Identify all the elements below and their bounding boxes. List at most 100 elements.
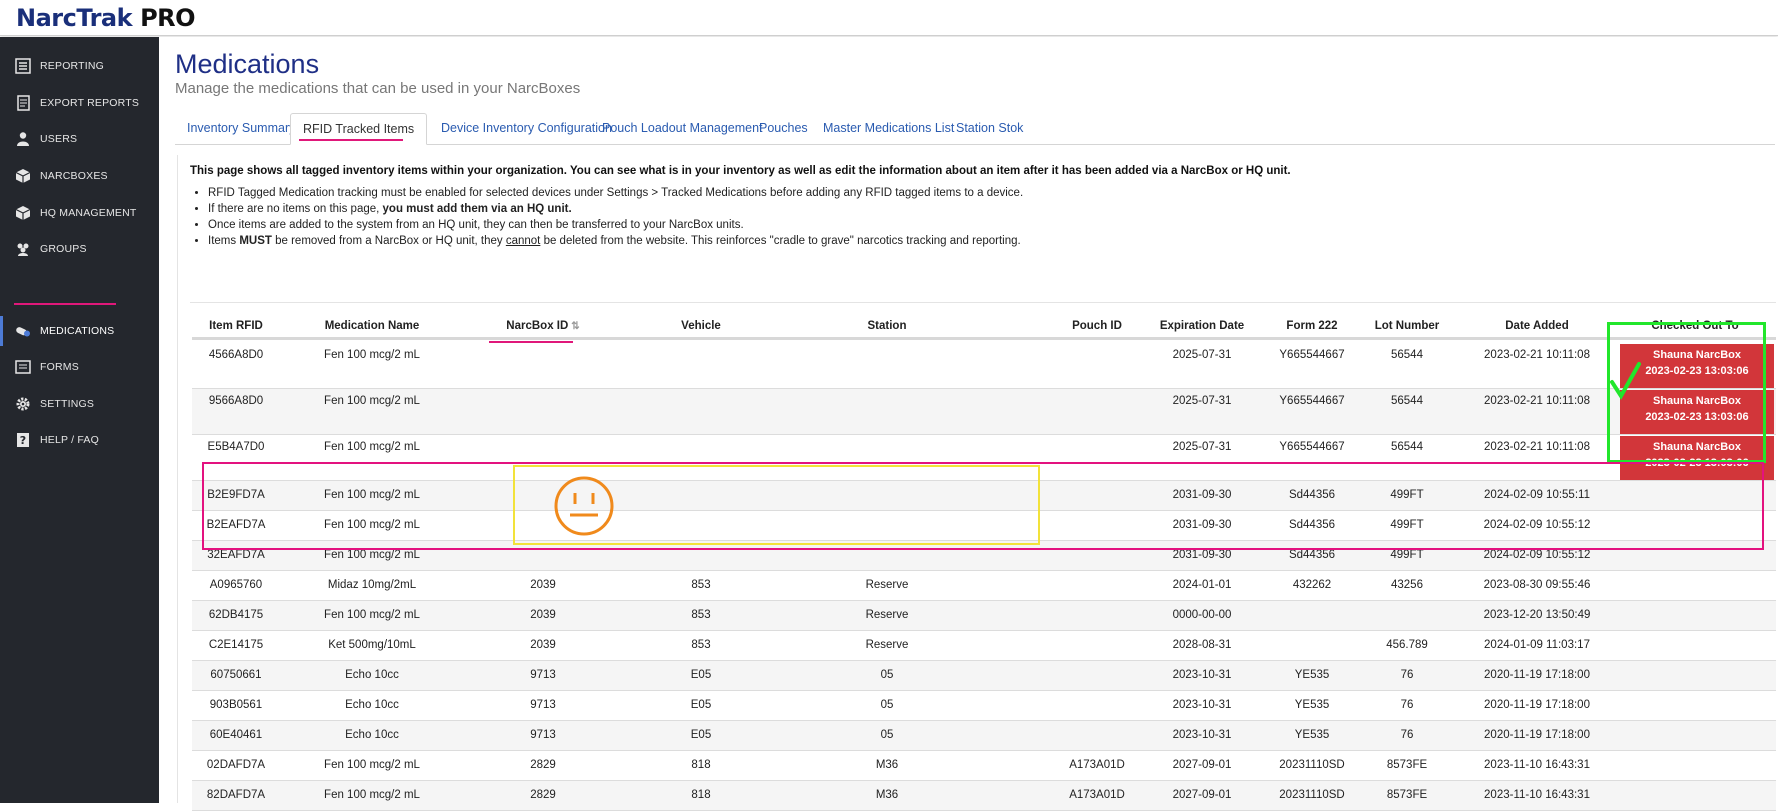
tab-annotation-underline xyxy=(299,139,403,141)
sidebar-item-label: EXPORT REPORTS xyxy=(40,97,140,109)
col-header-date-added[interactable]: Date Added xyxy=(1482,320,1592,332)
cell-item-rfid: 9566A8D0 xyxy=(208,395,264,407)
col-header-medication-name[interactable]: Medication Name xyxy=(302,320,442,332)
info-text: Items xyxy=(208,235,240,247)
cell-date-added: 2023-12-20 13:50:49 xyxy=(1483,609,1591,621)
col-header-vehicle[interactable]: Vehicle xyxy=(661,320,741,332)
cell-date-added: 2023-11-10 16:43:31 xyxy=(1484,789,1590,801)
main-content: Medications Manage the medications that … xyxy=(159,37,1778,811)
cell-item-rfid: C2E14175 xyxy=(208,639,264,651)
sidebar-item-label: HQ MANAGEMENT xyxy=(40,207,137,219)
cell-vehicle: E05 xyxy=(690,729,712,741)
cell-expiration-date: 2025-07-31 xyxy=(1172,441,1232,453)
sidebar-item-users[interactable]: USERS xyxy=(0,124,159,154)
cell-station: 05 xyxy=(880,699,894,711)
cell-lot-number: 56544 xyxy=(1391,395,1423,407)
gear-icon xyxy=(14,395,32,413)
cell-narcbox-id: 9713 xyxy=(530,699,556,711)
cell-medication-name: Ket 500mg/10mL xyxy=(328,639,416,651)
info-item: If there are no items on this page, you … xyxy=(208,201,1023,217)
cell-narcbox-id: 2829 xyxy=(530,759,556,771)
info-bold-text: you must add them via an HQ unit. xyxy=(382,203,572,215)
cell-vehicle: 853 xyxy=(691,609,711,621)
cell-expiration-date: 2023-10-31 xyxy=(1172,669,1232,681)
sidebar-item-help-faq[interactable]: ? HELP / FAQ xyxy=(0,425,159,455)
table-row[interactable]: 903B0561 Echo 10cc 9713 E05 05 2023-10-31 YE53… xyxy=(192,691,1776,721)
cell-narcbox-id: 2039 xyxy=(530,579,556,591)
sidebar-item-settings[interactable]: SETTINGS xyxy=(0,389,159,419)
cell-station: M36 xyxy=(875,789,899,801)
cell-vehicle: E05 xyxy=(690,669,712,681)
col-header-expiration-date[interactable]: Expiration Date xyxy=(1147,320,1257,332)
col-header-pouch-id[interactable]: Pouch ID xyxy=(1062,320,1132,332)
table-row[interactable]: 62DB4175 Fen 100 mcg/2 mL 2039 853 Reserve 00… xyxy=(192,601,1776,631)
top-bar: Narc Trak PRO xyxy=(0,0,1778,36)
cell-item-rfid: 62DB4175 xyxy=(208,609,264,621)
col-header-form-222[interactable]: Form 222 xyxy=(1272,320,1352,332)
checkmark-icon xyxy=(1610,362,1641,400)
sidebar-item-label: GROUPS xyxy=(40,243,87,255)
table-row[interactable]: 9566A8D0 Fen 100 mcg/2 mL 2025-07-31 Y66554… xyxy=(192,389,1776,435)
narctrak-logo[interactable]: Narc Trak PRO xyxy=(16,4,196,32)
sidebar-item-label: USERS xyxy=(40,133,78,145)
cell-form-222: YE535 xyxy=(1294,669,1330,681)
sidebar-item-narcboxes[interactable]: NARCBOXES xyxy=(0,161,159,191)
cell-form-222: 20231110SD xyxy=(1279,789,1345,801)
cell-item-rfid: A0965760 xyxy=(209,579,263,591)
logo-narc-text: Narc xyxy=(16,4,77,32)
col-header-narcbox-id[interactable]: NarcBox ID ⇅ xyxy=(488,320,598,332)
table-row[interactable]: 4566A8D0 Fen 100 mcg/2 mL 2025-07-31 Y66554… xyxy=(192,343,1776,389)
cell-lot-number: 56544 xyxy=(1391,349,1423,361)
table-row[interactable]: 60750661 Echo 10cc 9713 E05 05 2023-10-31 YE53… xyxy=(192,661,1776,691)
cell-date-added: 2023-11-10 16:43:31 xyxy=(1484,759,1590,771)
form-icon xyxy=(14,358,32,376)
page-title: Medications xyxy=(175,49,320,79)
table-row[interactable]: A0965760 Midaz 10mg/2mL 2039 853 Reserve 2024… xyxy=(192,571,1776,601)
info-text: be removed from a NarcBox or HQ unit, th… xyxy=(271,235,506,247)
sidebar-item-label: REPORTING xyxy=(40,60,105,72)
tab-pouches[interactable]: Pouches xyxy=(747,113,820,145)
sidebar-item-medications[interactable]: MEDICATIONS xyxy=(0,316,159,346)
sidebar-item-label: HELP / FAQ xyxy=(40,434,99,446)
cell-expiration-date: 2025-07-31 xyxy=(1172,395,1232,407)
info-bold-text: MUST xyxy=(239,235,272,247)
table-row[interactable]: 60E40461 Echo 10cc 9713 E05 05 2023-10-31 YE53… xyxy=(192,721,1776,751)
sidebar-item-groups[interactable]: GROUPS xyxy=(0,234,159,264)
sidebar-item-hq-management[interactable]: HQ MANAGEMENT xyxy=(0,198,159,228)
sidebar-item-reporting[interactable]: REPORTING xyxy=(0,51,159,81)
sidebar-item-forms[interactable]: FORMS xyxy=(0,352,159,382)
cell-form-222: Sd44356 xyxy=(1288,549,1336,561)
cell-lot-number: 43256 xyxy=(1391,579,1423,591)
sidebar-item-label: MEDICATIONS xyxy=(40,325,115,337)
col-header-item-rfid[interactable]: Item RFID xyxy=(206,320,266,332)
col-header-station[interactable]: Station xyxy=(832,320,942,332)
cell-expiration-date: 2028-08-31 xyxy=(1172,639,1232,651)
cell-vehicle: 853 xyxy=(691,639,711,651)
cell-lot-number: 56544 xyxy=(1391,441,1423,453)
tab-inventory-summary[interactable]: Inventory Summary xyxy=(175,113,307,145)
table-row[interactable]: C2E14175 Ket 500mg/10mL 2039 853 Reserve 2028… xyxy=(192,631,1776,661)
table-row[interactable]: 82DAFD7A Fen 100 mcg/2 mL 2829 818 M36 A173A0… xyxy=(192,781,1776,811)
cell-item-rfid: 903B0561 xyxy=(209,699,263,711)
sort-icon[interactable]: ⇅ xyxy=(571,321,579,332)
cell-form-222: Y665544667 xyxy=(1279,441,1345,453)
tab-station-stok[interactable]: Station Stok xyxy=(944,113,1035,145)
cell-date-added: 2023-08-30 09:55:46 xyxy=(1483,579,1591,591)
sidebar-item-export-reports[interactable]: EXPORT REPORTS xyxy=(0,88,159,118)
logo-pro-text: PRO xyxy=(140,4,196,32)
pill-icon xyxy=(14,322,32,340)
divider xyxy=(190,302,1776,303)
cell-medication-name: Fen 100 mcg/2 mL xyxy=(324,609,420,621)
cell-medication-name: Fen 100 mcg/2 mL xyxy=(324,759,420,771)
cell-expiration-date: 2024-01-01 xyxy=(1172,579,1232,591)
cell-date-added: 2024-02-09 10:55:12 xyxy=(1483,549,1591,561)
document-icon xyxy=(14,94,32,112)
cell-expiration-date: 0000-00-00 xyxy=(1172,609,1232,621)
cell-station: M36 xyxy=(875,759,899,771)
cell-item-rfid: 02DAFD7A xyxy=(206,759,266,771)
col-header-lot-number[interactable]: Lot Number xyxy=(1362,320,1452,332)
table-row[interactable]: 02DAFD7A Fen 100 mcg/2 mL 2829 818 M36 A173A0… xyxy=(192,751,1776,781)
cell-narcbox-id: 9713 xyxy=(530,729,556,741)
cell-lot-number: 76 xyxy=(1400,729,1414,741)
info-underlined-text: cannot xyxy=(505,235,541,247)
